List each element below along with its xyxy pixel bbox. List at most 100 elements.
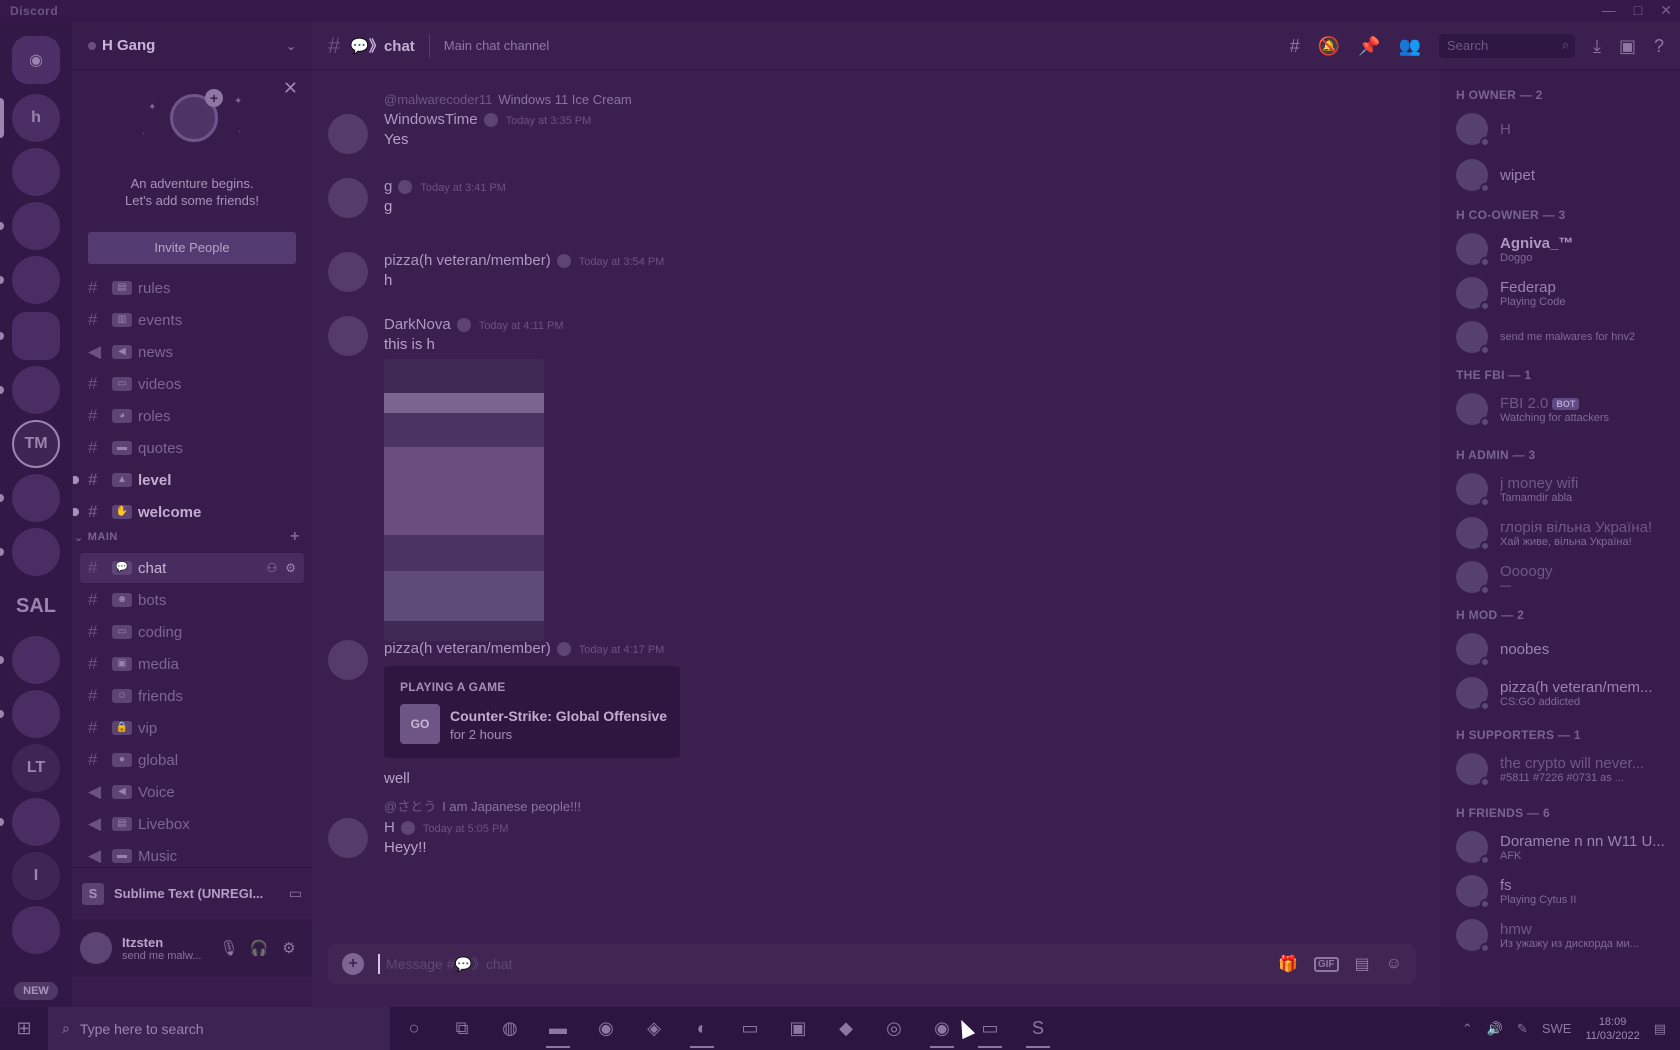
task-view-icon[interactable]: ⧉ xyxy=(438,1007,486,1050)
server-icon[interactable] xyxy=(0,636,60,684)
pen-icon[interactable]: ✎ xyxy=(1517,1021,1528,1037)
server-i[interactable]: I xyxy=(12,852,60,900)
sublime-text-taskbar-icon[interactable]: S xyxy=(1014,1007,1062,1050)
avatar[interactable] xyxy=(328,640,368,680)
help-icon[interactable]: ? xyxy=(1654,36,1664,57)
volume-icon[interactable]: 🔊 xyxy=(1487,1021,1503,1037)
channel-chat[interactable]: # 💬 chat ⚇ ⚙ xyxy=(80,553,304,583)
member-item[interactable]: j money wifi Tamamdir abla xyxy=(1456,468,1672,510)
notification-bell-icon[interactable]: 🔕 xyxy=(1318,36,1340,57)
download-icon[interactable]: ⤓ xyxy=(1593,36,1601,57)
chevron-up-icon[interactable]: ⌃ xyxy=(1462,1021,1473,1037)
avatar[interactable] xyxy=(328,252,368,292)
server-icon[interactable] xyxy=(12,906,60,954)
channel-rules[interactable]: # ▤ rules xyxy=(80,273,304,303)
member-item[interactable]: FBI 2.0 BOT Watching for attackers xyxy=(1456,388,1672,430)
taskbar-search-input[interactable]: ⌕ Type here to search xyxy=(48,1007,390,1050)
threads-icon[interactable]: # xyxy=(1290,36,1300,57)
sticker-icon[interactable]: ▤ xyxy=(1355,954,1370,974)
image-attachment[interactable] xyxy=(384,359,544,641)
avatar[interactable] xyxy=(328,316,368,356)
member-item[interactable]: Doramene n nn W11 U... AFK xyxy=(1456,826,1672,868)
maximize-button[interactable]: □ xyxy=(1634,2,1642,19)
upload-plus-icon[interactable]: + xyxy=(342,953,364,975)
new-servers-badge[interactable]: NEW xyxy=(14,982,58,1000)
message-input[interactable]: Message #💬》chat xyxy=(386,954,1278,974)
member-item[interactable]: Oooogy — xyxy=(1456,556,1672,598)
member-item[interactable]: pizza(h veteran/mem... CS:GO addicted xyxy=(1456,672,1672,714)
voice-channel-voice[interactable]: ◀ ◀ Voice xyxy=(80,777,304,807)
windows-start-icon[interactable]: ⊞ xyxy=(0,1018,48,1039)
server-icon[interactable] xyxy=(0,366,60,414)
close-icon[interactable]: ✕ xyxy=(283,78,298,99)
channel-events[interactable]: # ▥ events xyxy=(80,305,304,335)
gif-icon[interactable]: GIF xyxy=(1313,956,1339,972)
notifications-icon[interactable]: ▤ xyxy=(1654,1021,1666,1037)
screen-share-icon[interactable]: ▭ xyxy=(289,885,302,902)
headphones-icon[interactable]: 🎧 xyxy=(244,939,274,957)
search-input[interactable]: Search ⌕ xyxy=(1439,34,1575,58)
message-composer[interactable]: + Message #💬》chat 🎁 GIF ▤ ☺ xyxy=(328,944,1416,984)
server-tm[interactable]: TM xyxy=(12,420,60,468)
reply-reference[interactable]: @さとう I am Japanese people!!! xyxy=(384,796,1418,815)
avatar[interactable] xyxy=(328,178,368,218)
minimize-button[interactable]: — xyxy=(1602,2,1616,19)
mute-microphone-icon[interactable]: 🎙 xyxy=(214,939,244,957)
home-button[interactable]: ◉ xyxy=(12,36,60,84)
app-icon[interactable]: ▭ xyxy=(726,1007,774,1050)
server-lt[interactable]: LT xyxy=(12,744,60,792)
add-channel-icon[interactable]: + xyxy=(290,528,300,546)
member-item[interactable]: fs Playing Cytus II xyxy=(1456,870,1672,912)
edge-icon[interactable]: ◐ xyxy=(678,1007,726,1050)
server-icon[interactable] xyxy=(0,312,60,360)
channel-coding[interactable]: # ▭ coding xyxy=(80,617,304,647)
avatar[interactable] xyxy=(80,932,112,964)
message-author[interactable]: H xyxy=(384,819,395,836)
avatar[interactable] xyxy=(328,114,368,154)
channel-welcome[interactable]: # ✋ welcome xyxy=(73,497,304,527)
member-item[interactable]: hmw Из ужажу из дискорда ми... xyxy=(1456,914,1672,956)
channel-bots[interactable]: # ☻ bots xyxy=(80,585,304,615)
app-icon[interactable]: ◆ xyxy=(822,1007,870,1050)
invite-people-button[interactable]: Invite People xyxy=(88,232,296,264)
message-author[interactable]: pizza(h veteran/member) xyxy=(384,640,551,657)
server-icon[interactable] xyxy=(0,256,60,304)
blender-icon[interactable]: ◎ xyxy=(870,1007,918,1050)
channel-level[interactable]: # ▲ level xyxy=(73,465,304,495)
server-icon[interactable] xyxy=(0,528,60,576)
inbox-icon[interactable]: ▣ xyxy=(1619,36,1636,57)
browser-icon[interactable]: ◍ xyxy=(486,1007,534,1050)
file-explorer-icon[interactable]: ▬ xyxy=(534,1007,582,1050)
member-item[interactable]: noobes xyxy=(1456,628,1672,670)
server-icon[interactable] xyxy=(0,202,60,250)
member-item[interactable]: Federap Playing Code xyxy=(1456,272,1672,314)
emoji-icon[interactable]: ☺ xyxy=(1386,955,1402,973)
store-icon[interactable]: ▣ xyxy=(774,1007,822,1050)
pin-icon[interactable]: 📌 xyxy=(1358,36,1380,57)
member-item[interactable]: Agniva_™ Doggo xyxy=(1456,228,1672,270)
invite-member-icon[interactable]: ⚇ xyxy=(266,561,277,575)
member-item[interactable]: глорія вільна Україна! Хай живе, вільна У… xyxy=(1456,512,1672,554)
gear-icon[interactable]: ⚙ xyxy=(285,561,296,575)
server-sal[interactable]: SAL xyxy=(12,582,60,630)
message-author[interactable]: pizza(h veteran/member) xyxy=(384,252,551,269)
gift-icon[interactable]: 🎁 xyxy=(1278,954,1298,974)
gear-icon[interactable]: ⚙ xyxy=(274,939,304,957)
voice-channel-livebox[interactable]: ◀ ▤ Livebox xyxy=(80,809,304,839)
message-author[interactable]: g xyxy=(384,178,392,195)
channel-videos[interactable]: # ▭ videos xyxy=(80,369,304,399)
message-author[interactable]: WindowsTime xyxy=(384,111,478,128)
input-language[interactable]: SWE xyxy=(1542,1021,1572,1036)
channel-roles[interactable]: # ◕ roles xyxy=(80,401,304,431)
activity-card[interactable]: PLAYING A GAME GO Counter-Strike: Global… xyxy=(384,666,680,758)
channel-news[interactable]: ◀ ◀ news xyxy=(80,337,304,367)
message-author[interactable]: DarkNova xyxy=(384,316,451,333)
app-icon[interactable]: ◉ xyxy=(582,1007,630,1050)
server-icon[interactable] xyxy=(12,148,60,196)
member-item[interactable]: H xyxy=(1456,108,1672,150)
category-main[interactable]: ⌄ MAIN + xyxy=(74,527,308,547)
channel-quotes[interactable]: # ▬ quotes xyxy=(80,433,304,463)
server-h-gang[interactable]: h xyxy=(0,94,60,142)
server-icon[interactable] xyxy=(0,474,60,522)
member-item[interactable]: send me malwares for hnv2 xyxy=(1456,316,1672,358)
